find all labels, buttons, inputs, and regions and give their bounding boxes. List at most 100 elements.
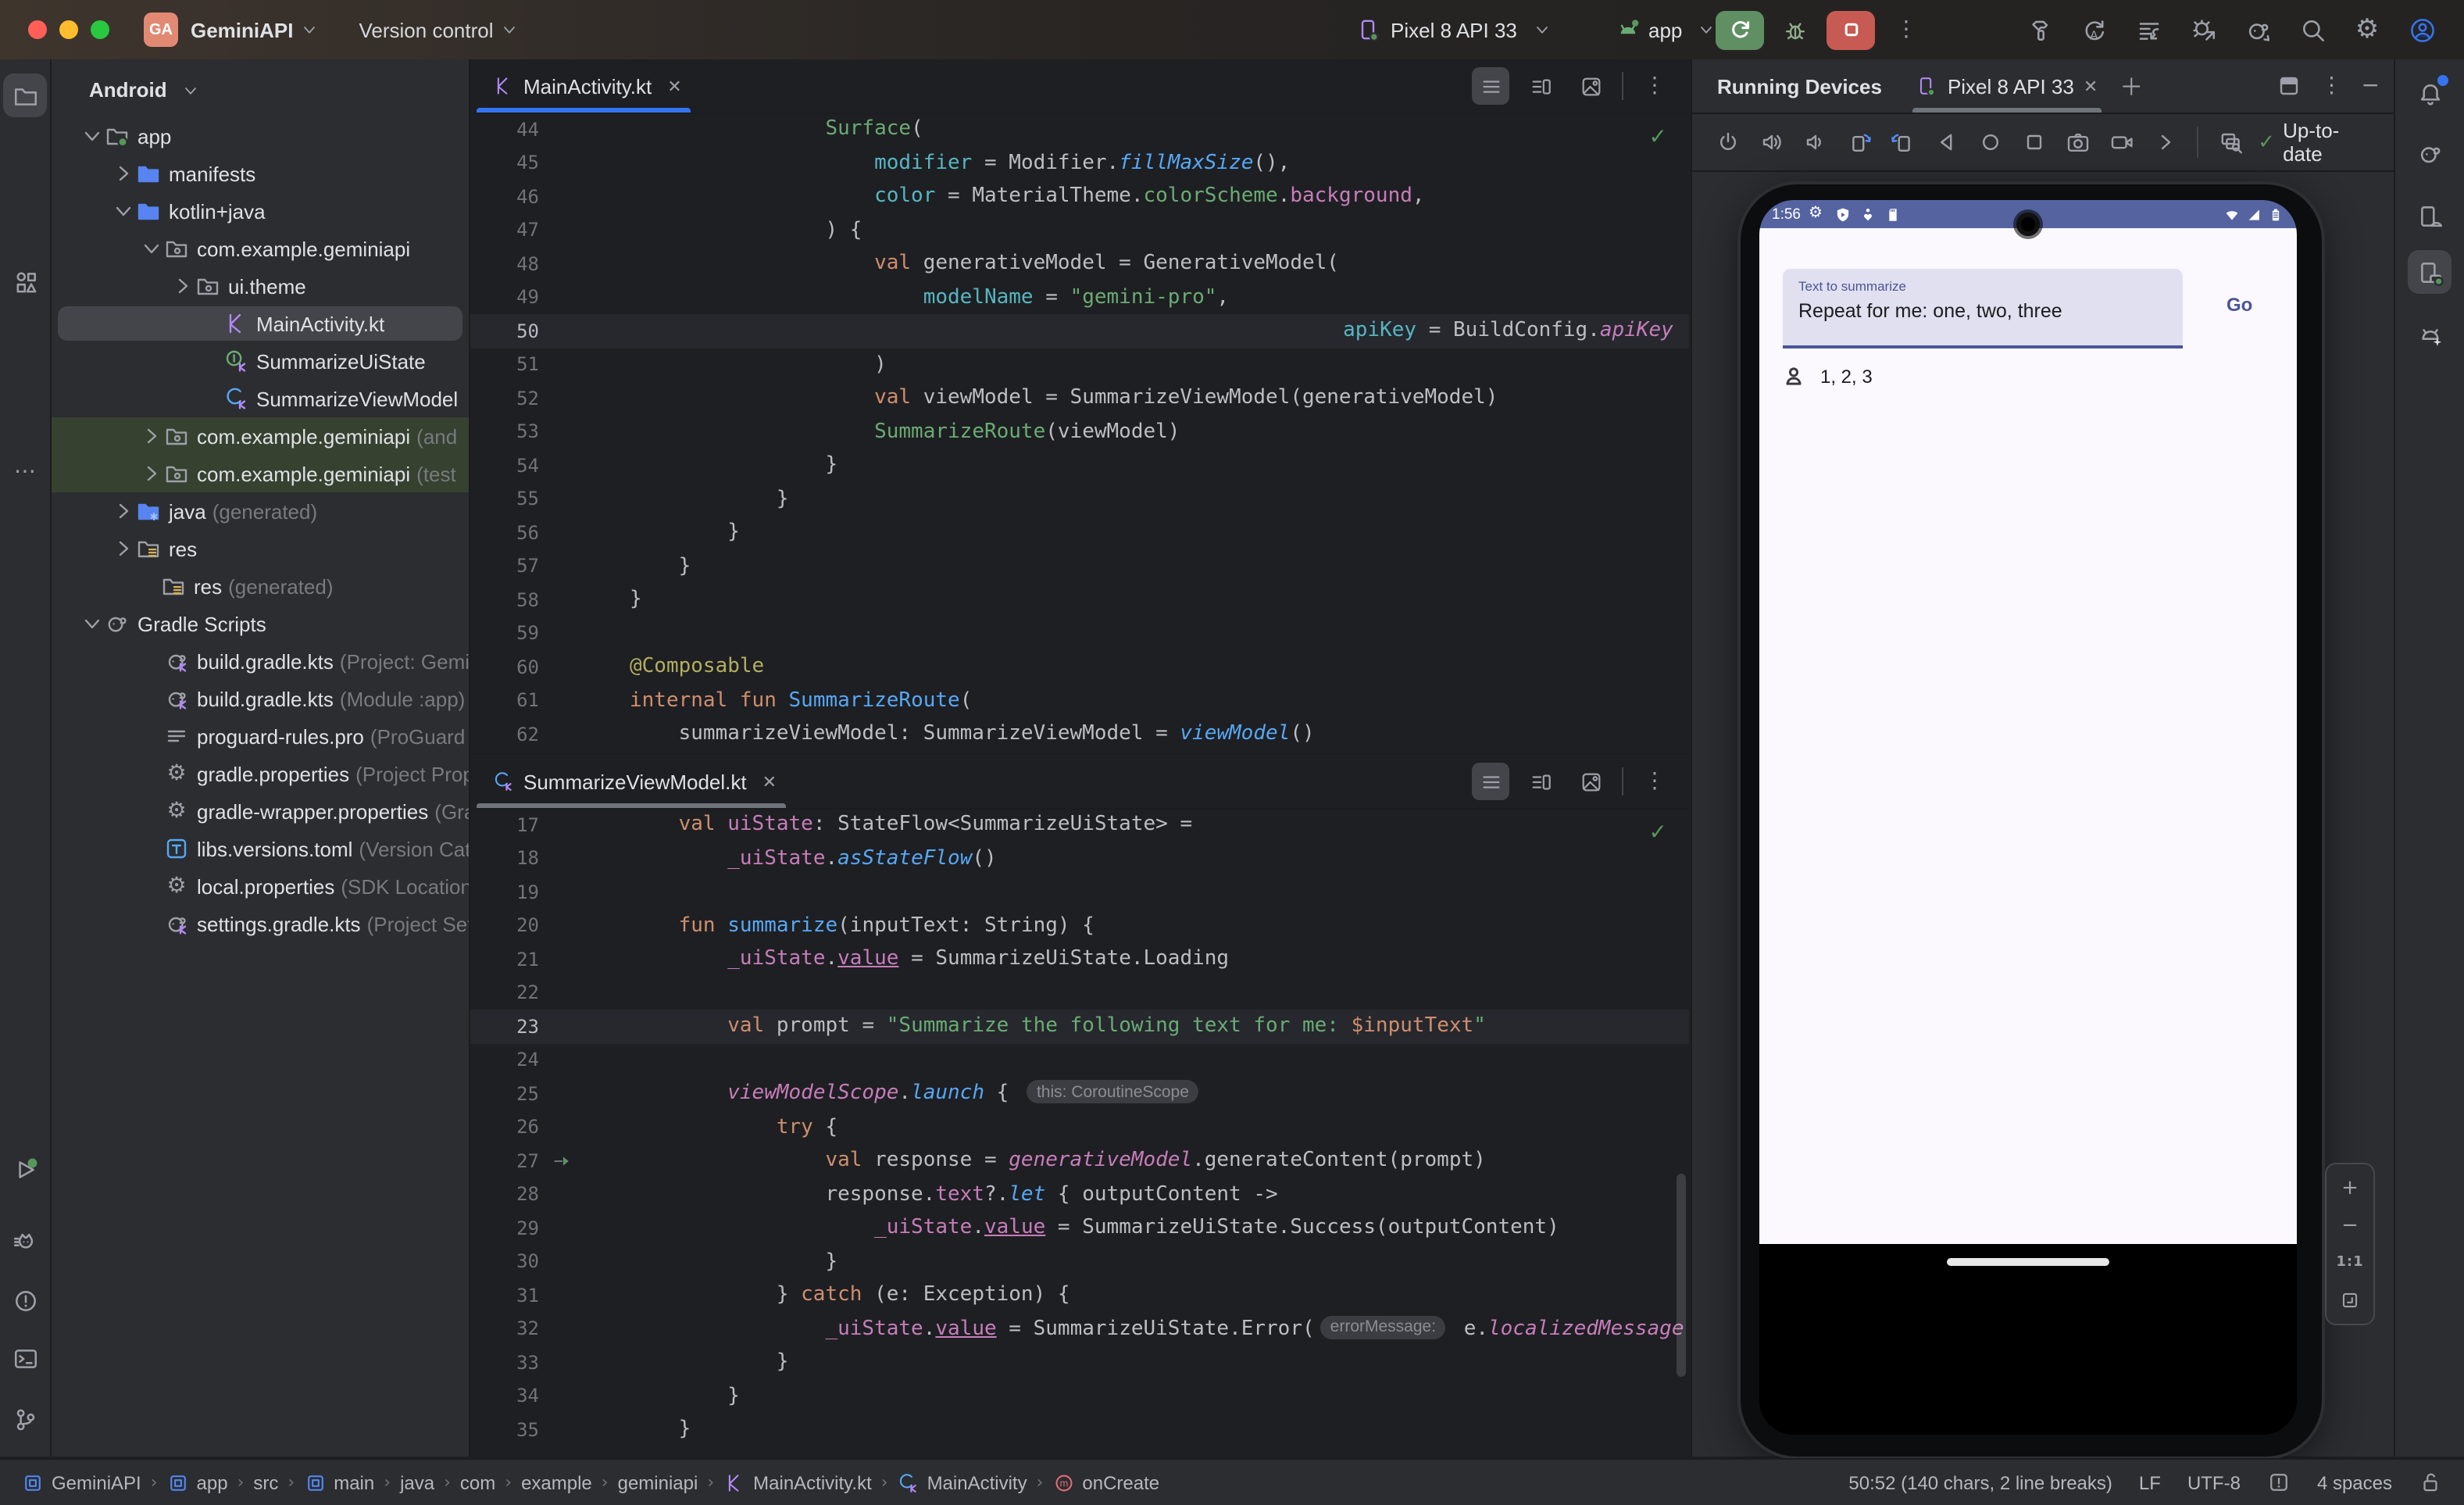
- tool-resource-mgr-button[interactable]: [3, 259, 47, 303]
- tree-item-build-gradle-kts[interactable]: build.gradle.kts(Module :app): [52, 680, 469, 717]
- zoom-in-button[interactable]: +: [2331, 1171, 2369, 1205]
- emulator-camera-button[interactable]: [2061, 125, 2094, 159]
- tree-item-build-gradle-kts[interactable]: build.gradle.kts(Project: Gemin: [52, 642, 469, 680]
- code-line-20[interactable]: 20 fun summarize(inputText: String) {: [470, 909, 1689, 942]
- code-line-24[interactable]: 24: [470, 1043, 1689, 1077]
- code-line-44[interactable]: 44 Surface(: [470, 113, 1689, 146]
- code-line-34[interactable]: 34 }: [470, 1379, 1689, 1413]
- avatar-icon[interactable]: [2402, 9, 2442, 50]
- emulator-rot-l-button[interactable]: [1842, 125, 1875, 159]
- encoding-widget[interactable]: UTF-8: [2187, 1471, 2241, 1493]
- breadcrumb-main[interactable]: main: [304, 1471, 374, 1493]
- indent-widget[interactable]: 4 spaces: [2317, 1471, 2392, 1493]
- debug-attach-icon[interactable]: [2183, 9, 2223, 50]
- device-selector[interactable]: Pixel 8 API 33: [1356, 0, 1552, 59]
- tree-item-java[interactable]: java(generated): [52, 492, 469, 530]
- code-line-35[interactable]: 35 }: [470, 1413, 1689, 1446]
- code-line-58[interactable]: 58}: [470, 583, 1689, 617]
- split-view-icon[interactable]: [1522, 763, 1559, 800]
- breadcrumb-example[interactable]: example: [521, 1471, 592, 1493]
- tool-gradle-button[interactable]: [2408, 131, 2452, 175]
- editor-scrollbar[interactable]: [1677, 1174, 1686, 1377]
- tree-item-settings-gradle-kts[interactable]: settings.gradle.kts(Project Sett: [52, 905, 469, 942]
- chevron-right-icon[interactable]: [139, 424, 164, 449]
- tree-item-com-example-geminiapi[interactable]: com.example.geminiapi(test: [52, 455, 469, 492]
- code-line-27[interactable]: 27 val response = generativeModel.genera…: [470, 1144, 1689, 1178]
- code-line-28[interactable]: 28 response.text?.let { outputContent ->: [470, 1178, 1689, 1211]
- design-view-icon[interactable]: [1572, 763, 1609, 800]
- close-tab-icon[interactable]: ✕: [667, 76, 681, 96]
- code-line-50[interactable]: 50 apiKey = BuildConfig.apiKey: [470, 314, 1689, 348]
- code-line-55[interactable]: 55 }: [470, 482, 1689, 516]
- code-line-21[interactable]: 21 _uiState.value = SummarizeUiState.Loa…: [470, 942, 1689, 976]
- window-layout-icon[interactable]: [2277, 73, 2302, 98]
- code-line-29[interactable]: 29 _uiState.value = SummarizeUiState.Suc…: [470, 1211, 1689, 1245]
- tree-item-res[interactable]: res(generated): [52, 567, 469, 605]
- tree-indent[interactable]: [139, 799, 164, 824]
- tree-indent[interactable]: [198, 311, 223, 336]
- code-line-48[interactable]: 48 val generativeModel = GenerativeModel…: [470, 247, 1689, 281]
- stop-app-button[interactable]: [1827, 10, 1875, 49]
- tool-device-mgr-button[interactable]: [2408, 194, 2452, 238]
- tree-indent[interactable]: [139, 686, 164, 711]
- chevron-down-icon[interactable]: [80, 611, 105, 636]
- code-line-19[interactable]: 19: [470, 875, 1689, 909]
- code-line-49[interactable]: 49 modelName = "gemini-pro",: [470, 281, 1689, 314]
- hammer-icon[interactable]: [2019, 9, 2059, 50]
- vcs-menu[interactable]: Version control: [359, 18, 494, 41]
- code-line-59[interactable]: 59: [470, 617, 1689, 650]
- code-line-47[interactable]: 47 ) {: [470, 213, 1689, 247]
- breadcrumb-mainactivity-kt[interactable]: MainActivity.kt: [723, 1471, 872, 1493]
- line-separator-widget[interactable]: LF: [2139, 1471, 2161, 1493]
- tool-bell-button[interactable]: [2408, 72, 2452, 116]
- emulator-nav-home-button[interactable]: [1973, 125, 2006, 159]
- tree-item-mainactivity-kt[interactable]: MainActivity.kt: [52, 305, 469, 342]
- minimize-window-button[interactable]: [59, 20, 78, 39]
- apply-code-icon[interactable]: [2128, 9, 2169, 50]
- chevron-right-icon[interactable]: [111, 499, 136, 524]
- tool-run-devices-button[interactable]: [2408, 250, 2452, 294]
- chevron-right-icon[interactable]: [111, 161, 136, 186]
- code-line-57[interactable]: 57 }: [470, 549, 1689, 583]
- emulator-screen[interactable]: 1:56 ⚙ Text to summarize Repeat for me: …: [1759, 200, 2297, 1435]
- emulator-video-button[interactable]: [2105, 125, 2137, 159]
- code-line-62[interactable]: 62 summarizeViewModel: SummarizeViewMode…: [470, 717, 1689, 751]
- code-editor[interactable]: 44 Surface(45 modifier = Modifier.fillMa…: [470, 113, 1689, 752]
- code-line-23[interactable]: 23 val prompt = "Summarize the following…: [470, 1010, 1689, 1043]
- emulator-power-button[interactable]: [1711, 125, 1744, 159]
- code-line-18[interactable]: 18 _uiState.asStateFlow(): [470, 842, 1689, 875]
- code-line-45[interactable]: 45 modifier = Modifier.fillMaxSize(),: [470, 146, 1689, 180]
- chevron-right-icon[interactable]: [111, 536, 136, 561]
- sync-a-icon[interactable]: A: [2073, 9, 2114, 50]
- tree-item-local-properties[interactable]: ⚙local.properties(SDK Location): [52, 867, 469, 905]
- tree-indent[interactable]: [139, 724, 164, 749]
- tree-item-summarizeviewmodel[interactable]: SummarizeViewModel: [52, 380, 469, 417]
- tree-item-manifests[interactable]: manifests: [52, 155, 469, 192]
- notifications-warning-icon[interactable]: [2267, 1471, 2291, 1494]
- split-view-icon[interactable]: [1522, 67, 1559, 105]
- close-tab-icon[interactable]: ✕: [762, 771, 777, 792]
- tree-item-res[interactable]: res: [52, 530, 469, 567]
- run-configuration-selector[interactable]: app: [1616, 0, 1715, 59]
- tree-item-summarizeuistate[interactable]: SummarizeUiState: [52, 342, 469, 380]
- tool-problems-button[interactable]: [3, 1278, 47, 1322]
- emulator-vol-down-button[interactable]: [1798, 125, 1831, 159]
- add-device-button[interactable]: ＋: [2119, 70, 2143, 102]
- tree-item-gradle-scripts[interactable]: Gradle Scripts: [52, 605, 469, 642]
- navigation-handle[interactable]: [1947, 1258, 2109, 1265]
- gradle-sync-icon[interactable]: [2237, 9, 2278, 50]
- emulator-chev-sm-button[interactable]: [2148, 125, 2181, 159]
- project-view-selector[interactable]: Android: [52, 59, 469, 117]
- tool-run-play-button[interactable]: [3, 1147, 47, 1191]
- emulator-rot-r-button[interactable]: [1886, 125, 1919, 159]
- inspections-ok-icon[interactable]: ✓: [1649, 125, 1667, 150]
- text-to-summarize-field[interactable]: Text to summarize Repeat for me: one, tw…: [1783, 269, 2183, 349]
- code-line-54[interactable]: 54 }: [470, 449, 1689, 482]
- tree-item-com-example-geminiapi[interactable]: com.example.geminiapi(and: [52, 417, 469, 455]
- tree-item-proguard-rules-pro[interactable]: proguard-rules.pro(ProGuard R: [52, 717, 469, 755]
- code-line-51[interactable]: 51 ): [470, 348, 1689, 381]
- tree-item-kotlin-java[interactable]: kotlin+java: [52, 192, 469, 230]
- tool-git-button[interactable]: [3, 1397, 47, 1441]
- code-line-52[interactable]: 52 val viewModel = SummarizeViewModel(ge…: [470, 381, 1689, 415]
- breadcrumb-oncreate[interactable]: monCreate: [1052, 1471, 1159, 1493]
